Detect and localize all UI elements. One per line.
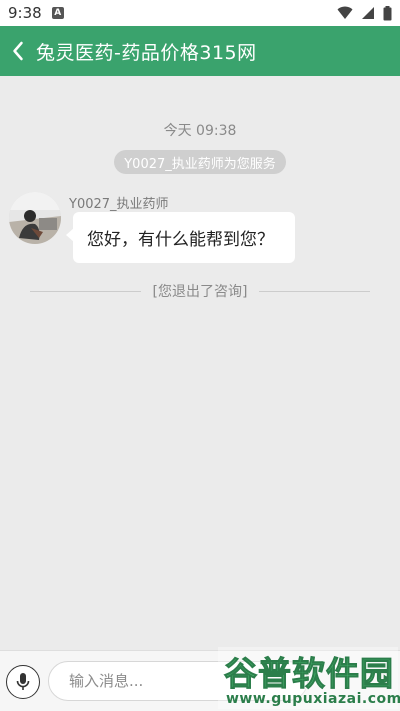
status-bar: 9:38 A [0, 0, 400, 26]
status-time: 9:38 [8, 4, 42, 22]
back-button[interactable] [0, 26, 36, 76]
page-title: 兔灵医药-药品价格315网 [36, 41, 257, 64]
a-notification-icon: A [51, 7, 64, 19]
message-bubble[interactable]: 您好，有什么能帮到您？ [73, 212, 295, 263]
watermark: 谷普软件园 www.gupuxiazai.com [218, 647, 400, 709]
message-text: 您好，有什么能帮到您？ [87, 230, 274, 250]
system-notice: [您退出了咨询] [152, 284, 248, 300]
voice-button[interactable] [6, 665, 40, 699]
microphone-icon [16, 673, 30, 690]
service-notice-badge: Y0027_执业药师为您服务 [114, 150, 286, 174]
battery-icon [383, 5, 392, 20]
wifi-icon [337, 6, 353, 19]
system-notice-row: [您退出了咨询] [30, 282, 370, 300]
sender-name: Y0027_执业药师 [69, 197, 169, 212]
avatar-image [9, 192, 61, 244]
status-icons [337, 5, 392, 21]
pharmacist-avatar[interactable] [9, 192, 61, 244]
chat-area[interactable]: 今天 09:38 Y0027_执业药师为您服务 Y0027_执业药师 您好，有什… [0, 76, 400, 650]
chat-time-label: 今天 09:38 [163, 123, 237, 139]
signal-icon [362, 7, 374, 19]
app-bar: 兔灵医药-药品价格315网 [0, 26, 400, 76]
divider-line-right [259, 290, 370, 292]
divider-line-left [30, 290, 141, 292]
watermark-url: www.gupuxiazai.com [226, 691, 400, 707]
watermark-logo: 谷普软件园 [224, 654, 394, 694]
chevron-left-icon [13, 41, 23, 61]
